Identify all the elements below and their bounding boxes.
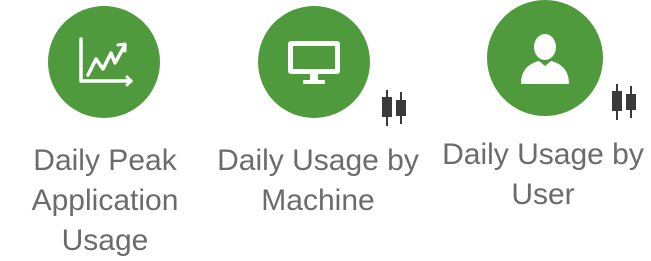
tile-daily-peak-application-usage[interactable]: Daily Peak Application Usage — [0, 0, 210, 261]
tile-daily-usage-by-machine[interactable]: Daily Usage by Machine — [210, 0, 430, 261]
tile-label-line: Daily Usage by — [217, 144, 419, 177]
monitor-icon — [288, 41, 340, 84]
tile-label-line: User — [511, 178, 575, 211]
tile-label-line: Application — [31, 184, 179, 217]
candlestick-icon — [612, 84, 636, 120]
report-tiles: Daily Peak Application Usage Daily Usage… — [0, 0, 651, 261]
tile-label: Daily Usage by Machine — [210, 141, 426, 221]
tile-label: Daily Peak Application Usage — [0, 141, 210, 261]
tile-icon-circle — [258, 6, 370, 118]
tile-label-line: Daily Peak — [33, 144, 177, 177]
user-icon — [521, 34, 569, 84]
candlestick-icon — [382, 90, 406, 126]
tile-label-line: Usage — [61, 224, 149, 257]
tile-daily-usage-by-user[interactable]: Daily Usage by User — [436, 0, 651, 261]
tile-icon-circle — [48, 6, 160, 118]
candlestick-badge[interactable] — [378, 88, 410, 133]
candlestick-badge[interactable] — [608, 82, 640, 127]
tile-icon-circle — [487, 0, 603, 116]
line-chart-icon — [79, 37, 133, 87]
tile-label-line: Machine — [261, 184, 375, 217]
tile-label: Daily Usage by User — [436, 135, 650, 215]
tile-label-line: Daily Usage by — [442, 138, 644, 171]
